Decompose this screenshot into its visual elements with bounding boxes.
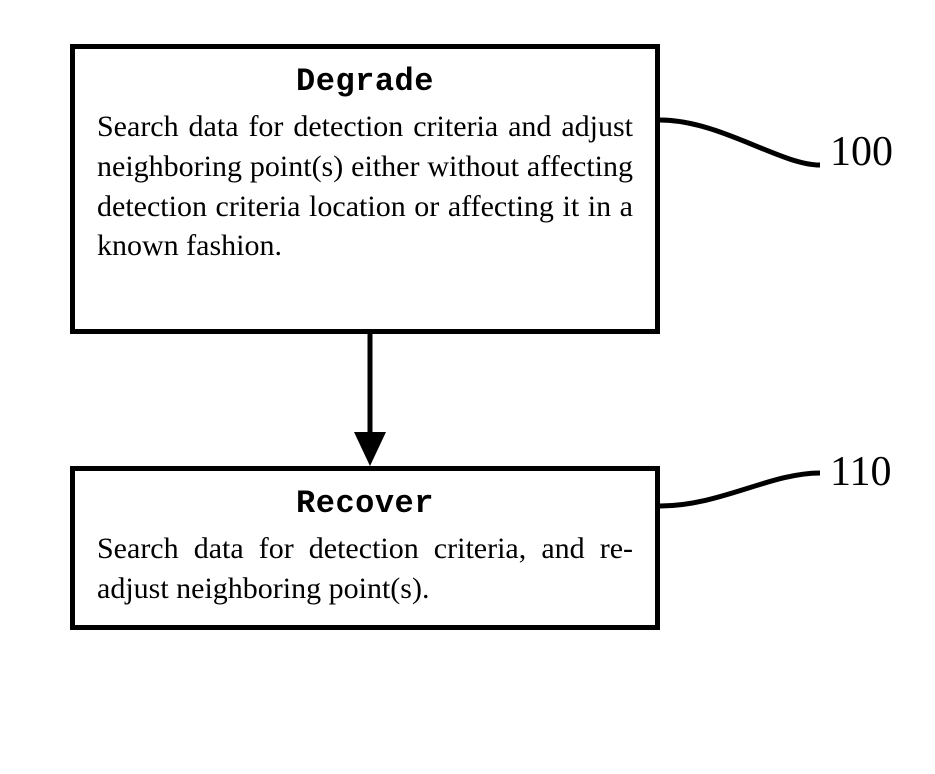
ref-label-100: 100 xyxy=(830,128,893,176)
process-box-degrade: Degrade Search data for detection criter… xyxy=(70,44,660,334)
box-title-degrade: Degrade xyxy=(97,63,633,101)
box-title-recover: Recover xyxy=(97,485,633,523)
flow-arrow xyxy=(350,334,390,466)
box-body-degrade: Search data for detection criteria and a… xyxy=(97,107,633,265)
ref-label-110: 110 xyxy=(830,448,891,496)
box-body-recover: Search data for detection criteria, and … xyxy=(97,529,633,608)
process-box-recover: Recover Search data for detection criter… xyxy=(70,466,660,630)
diagram-canvas: Degrade Search data for detection criter… xyxy=(0,0,935,774)
